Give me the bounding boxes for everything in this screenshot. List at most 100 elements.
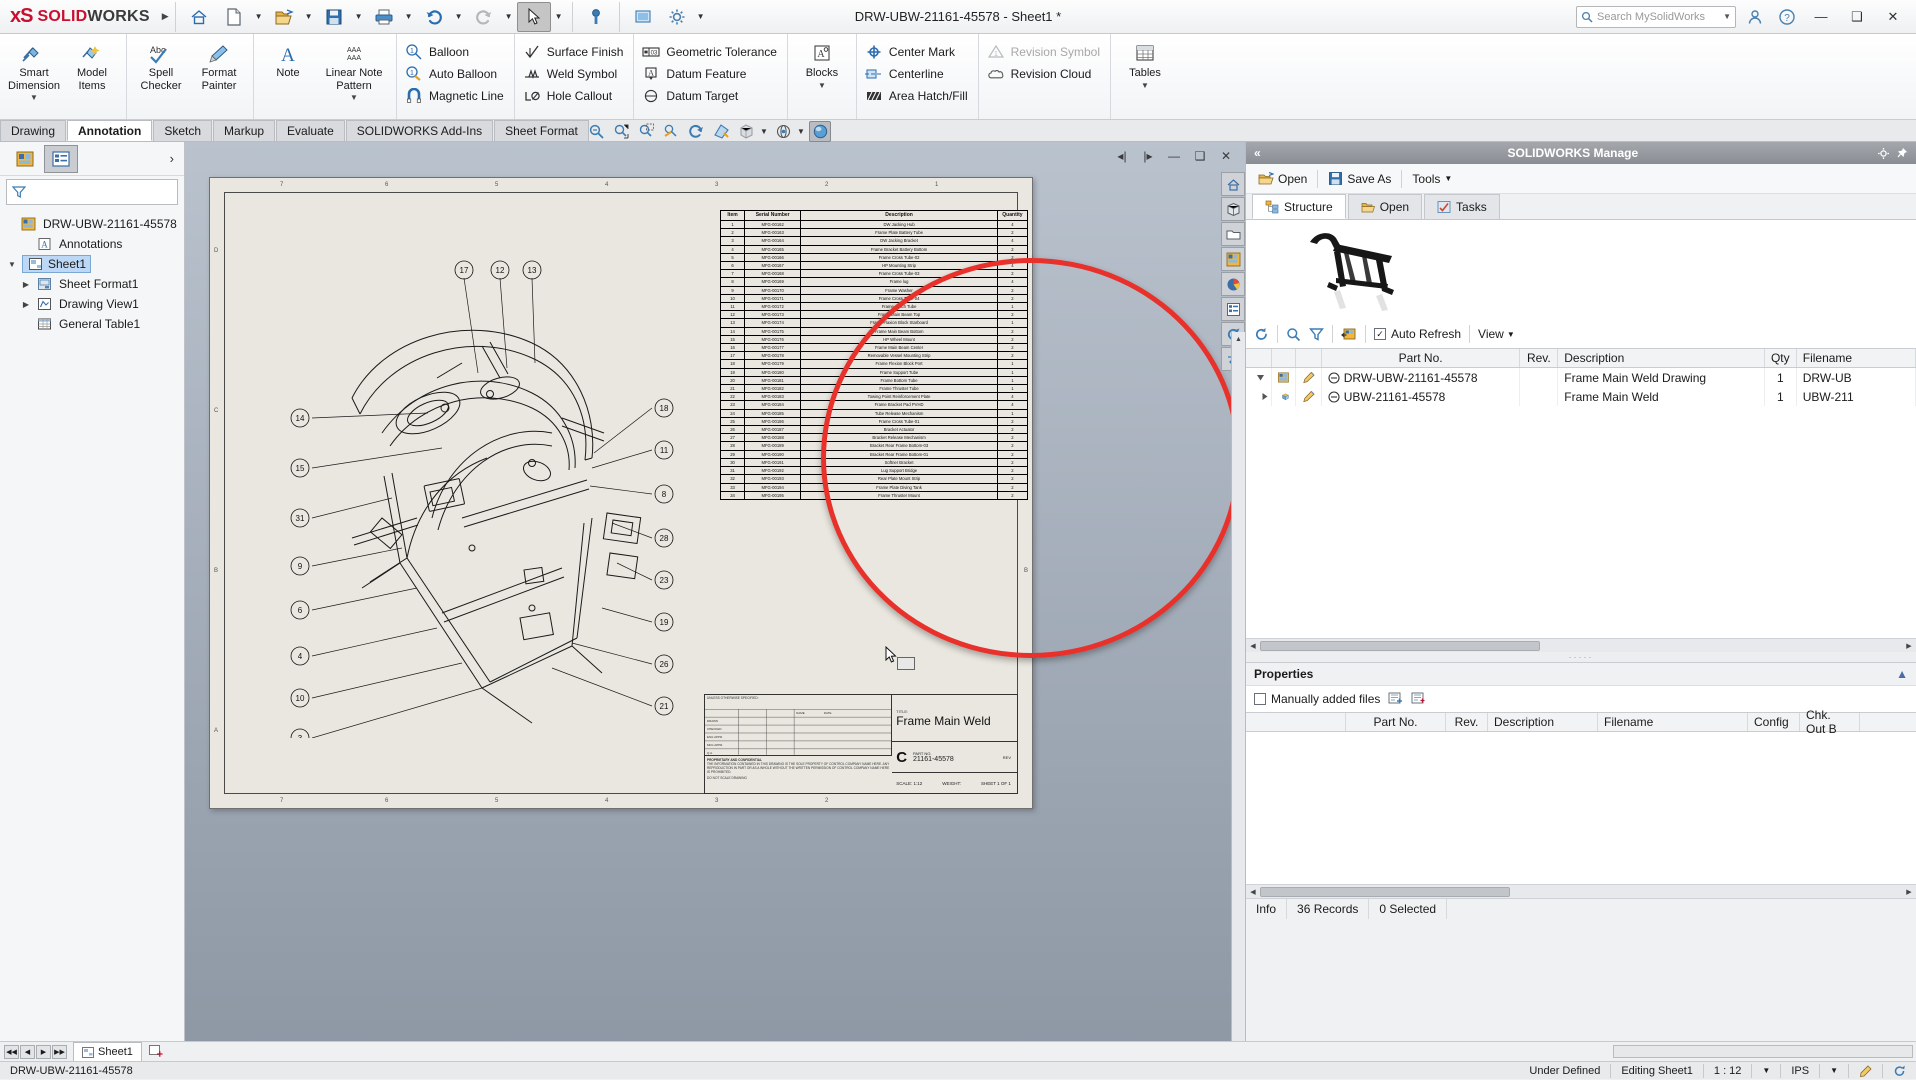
grid-row[interactable]: UBW-21161-45578 Frame Main Weld 1 UBW-21… xyxy=(1246,387,1916,406)
prev-sheet-button[interactable]: ◀ xyxy=(20,1045,35,1059)
format-painter-button[interactable]: Format Painter xyxy=(190,37,248,92)
grid-header-qty[interactable]: Qty xyxy=(1765,349,1797,367)
bom-row[interactable]: 9MFG-00170Frame Washer2 xyxy=(721,286,1028,294)
grid-horizontal-scrollbar[interactable]: ◀ ▶ xyxy=(1246,638,1916,652)
tree-node-drawing[interactable]: DRW-UBW-21161-45578 xyxy=(4,214,184,234)
bom-row[interactable]: 7MFG-00168Frame Cross Tube-032 xyxy=(721,270,1028,278)
model-view-icon[interactable] xyxy=(1221,197,1245,221)
note-button[interactable]: A Note xyxy=(259,37,317,80)
bom-row[interactable]: 14MFG-00175Frame Main Beam Bottom2 xyxy=(721,327,1028,335)
tree-node-sheet1[interactable]: ▼ Sheet1 xyxy=(4,254,184,274)
pin-icon[interactable] xyxy=(1895,147,1908,160)
scroll-right-arrow-icon[interactable]: ▶ xyxy=(1902,642,1916,650)
grid-header-part-no[interactable]: Part No. xyxy=(1322,349,1521,367)
zoom-to-fit-icon[interactable] xyxy=(610,121,632,142)
bom-row[interactable]: 27MFG-00188Bracket Release Mechanism2 xyxy=(721,434,1028,442)
properties-header-part-no[interactable]: Part No. xyxy=(1346,713,1446,731)
bom-row[interactable]: 32MFG-00193Rear Plate Mount Strip2 xyxy=(721,475,1028,483)
grid-row[interactable]: DRW-UBW-21161-45578 Frame Main Weld Draw… xyxy=(1246,368,1916,387)
status-scale[interactable]: 1 : 12 xyxy=(1704,1062,1752,1080)
folder-icon[interactable] xyxy=(1221,222,1245,246)
manage-open-button[interactable]: Open xyxy=(1252,169,1313,188)
model-items-button[interactable]: Model Items xyxy=(63,37,121,92)
menu-expand-caret-icon[interactable]: ▶ xyxy=(162,11,169,22)
geometric-tolerance-button[interactable]: 03 Geometric Tolerance xyxy=(639,41,782,62)
smart-dimension-button[interactable]: Smart Dimension ▼ xyxy=(5,37,63,102)
status-refresh-icon[interactable] xyxy=(1883,1062,1916,1080)
property-manager-tab[interactable] xyxy=(44,145,78,173)
tab-sheet-format[interactable]: Sheet Format xyxy=(494,120,589,141)
tree-node-sheet-format1[interactable]: ▶ Sheet Format1 xyxy=(4,274,184,294)
bill-of-materials-table[interactable]: Item Serial Number Description Quantity … xyxy=(720,210,1028,500)
tree-node-annotations[interactable]: A Annotations xyxy=(4,234,184,254)
undo-icon[interactable] xyxy=(417,2,451,32)
manage-tools-button[interactable]: Tools ▼ xyxy=(1406,170,1458,188)
tab-structure[interactable]: Structure xyxy=(1252,194,1346,219)
area-hatch-fill-button[interactable]: Area Hatch/Fill xyxy=(862,85,973,106)
bom-row[interactable]: 34MFG-00195Frame Thruster Mount2 xyxy=(721,491,1028,499)
pencil-icon[interactable] xyxy=(1296,387,1322,406)
view-orientation-dropdown-icon[interactable]: ▼ xyxy=(797,127,806,136)
manually-added-files-checkbox[interactable]: Manually added files xyxy=(1254,692,1380,706)
print-icon[interactable] xyxy=(367,2,401,32)
redo-dropdown-icon[interactable]: ▼ xyxy=(502,2,516,32)
bom-row[interactable]: 10MFG-00171Frame Cross Tube-042 xyxy=(721,294,1028,302)
new-document-icon[interactable] xyxy=(217,2,251,32)
tree-expander-right-icon[interactable]: ▶ xyxy=(20,280,32,289)
tab-solidworks-add-ins[interactable]: SOLIDWORKS Add-Ins xyxy=(346,120,493,141)
scroll-up-arrow-icon[interactable]: ▲ xyxy=(1232,332,1245,346)
bom-row[interactable]: 23MFG-00184Frame Bracket Pad PVHD4 xyxy=(721,401,1028,409)
drawing-tree-tab[interactable] xyxy=(8,145,42,173)
filter-icon[interactable] xyxy=(1309,327,1324,342)
bom-row[interactable]: 26MFG-00187Bracket Actuator2 xyxy=(721,426,1028,434)
bom-row[interactable]: 13MFG-00174Frame Flaxion Block Starboard… xyxy=(721,319,1028,327)
balloon-button[interactable]: 1 Balloon xyxy=(402,41,509,62)
grid-header-description[interactable]: Description xyxy=(1558,349,1765,367)
chevron-up-icon[interactable]: ▲ xyxy=(1896,667,1908,681)
bom-row[interactable]: 12MFG-00173Frame Main Beam Top2 xyxy=(721,311,1028,319)
view-orientation-icon[interactable] xyxy=(772,121,794,142)
status-units-dropdown-icon[interactable]: ▼ xyxy=(1820,1062,1848,1080)
export-icon[interactable] xyxy=(1341,327,1357,342)
first-sheet-button[interactable]: ◀◀ xyxy=(4,1045,19,1059)
tab-tasks[interactable]: Tasks xyxy=(1424,194,1500,219)
bom-row[interactable]: 29MFG-00190Bracket Rear Frame Bottom-012 xyxy=(721,450,1028,458)
bom-row[interactable]: 1MFG-00162DW Jacking Hub4 xyxy=(721,221,1028,229)
bom-row[interactable]: 2MFG-00163Frame Plate Battery Tube2 xyxy=(721,229,1028,237)
bom-row[interactable]: 18MFG-00179Frame Flexion Block Port1 xyxy=(721,360,1028,368)
dimxpert-icon[interactable] xyxy=(1221,297,1245,321)
weld-symbol-button[interactable]: Weld Symbol xyxy=(520,63,629,84)
bom-row[interactable]: 30MFG-00191Softner Bracket2 xyxy=(721,458,1028,466)
bom-row[interactable]: 17MFG-00178Removable Vessel Mounting Str… xyxy=(721,352,1028,360)
user-icon[interactable] xyxy=(1742,4,1768,30)
options-dropdown-icon[interactable]: ▼ xyxy=(694,2,708,32)
bom-row[interactable]: 5MFG-00166Frame Cross Tube-022 xyxy=(721,253,1028,261)
help-icon[interactable]: ? xyxy=(1774,4,1800,30)
tree-expander-right-icon[interactable]: ▶ xyxy=(20,300,32,309)
tree-expander-down-icon[interactable]: ▼ xyxy=(6,260,18,269)
graphics-area[interactable]: ◂| |▸ — ❑ ✕ 7 6 5 4 3 2 1 7 6 5 4 3 2 D … xyxy=(185,142,1245,1049)
appearances-icon[interactable] xyxy=(626,2,660,32)
scroll-left-arrow-icon[interactable]: ◀ xyxy=(1246,642,1260,650)
properties-header-description[interactable]: Description xyxy=(1488,713,1598,731)
panel-expand-chevron-icon[interactable]: › xyxy=(170,151,184,166)
minimize-button[interactable]: — xyxy=(1806,4,1836,30)
view-dropdown[interactable]: View ▼ xyxy=(1478,327,1515,341)
manage-save-as-button[interactable]: Save As xyxy=(1322,169,1397,188)
configuration-icon[interactable] xyxy=(1221,247,1245,271)
previous-sheet-button[interactable]: ◂| xyxy=(1111,146,1133,166)
linear-note-pattern-dropdown-icon[interactable]: ▼ xyxy=(350,93,358,102)
restore-button[interactable]: ❑ xyxy=(1842,4,1872,30)
next-sheet-button[interactable]: ▶ xyxy=(36,1045,51,1059)
smart-dimension-dropdown-icon[interactable]: ▼ xyxy=(30,93,38,102)
feature-tree-filter-input[interactable] xyxy=(6,179,178,205)
home-view-icon[interactable] xyxy=(1221,172,1245,196)
display-style-icon[interactable] xyxy=(735,121,757,142)
tables-dropdown-icon[interactable]: ▼ xyxy=(1141,81,1149,90)
bom-row[interactable]: 8MFG-00169Frame lug4 xyxy=(721,278,1028,286)
bom-row[interactable]: 19MFG-00180Frame Support Tube1 xyxy=(721,368,1028,376)
blocks-dropdown-icon[interactable]: ▼ xyxy=(818,81,826,90)
save-icon[interactable] xyxy=(317,2,351,32)
blocks-button[interactable]: A Blocks ▼ xyxy=(793,37,851,90)
spell-checker-button[interactable]: Abc Spell Checker xyxy=(132,37,190,92)
